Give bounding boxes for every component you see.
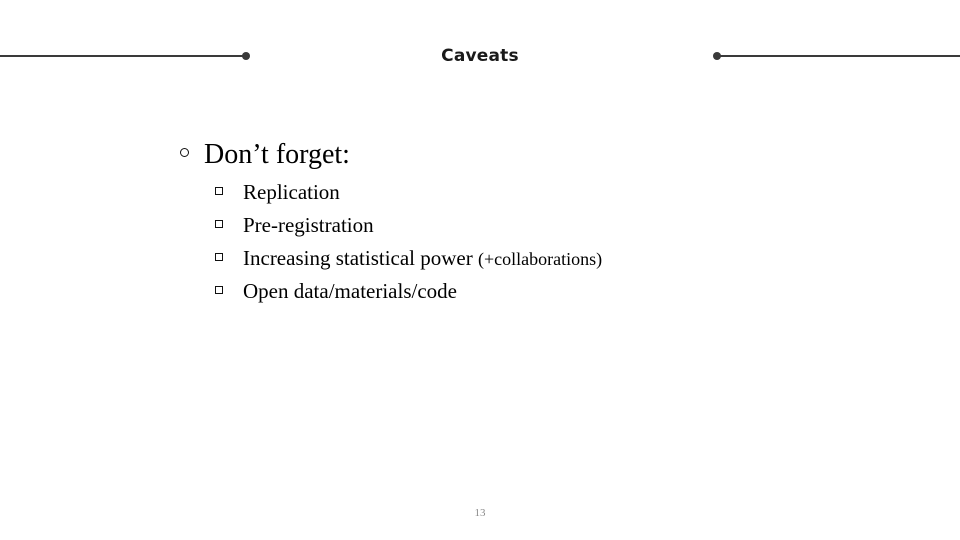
list-item: Open data/materials/code (215, 277, 920, 310)
hollow-square-bullet-icon (215, 253, 223, 261)
list-item: Replication (215, 178, 920, 211)
hollow-square-bullet-icon (215, 286, 223, 294)
slide-body: Don’t forget: Replication Pre-registrati… (180, 138, 920, 310)
list-item-label: Pre-registration (243, 213, 374, 237)
slide: Caveats Don’t forget: Replication Pre-re… (0, 0, 960, 540)
header-rule-right (717, 55, 960, 57)
list-item-note: (+collaborations) (478, 249, 603, 269)
slide-header: Caveats (0, 0, 960, 100)
hollow-square-bullet-icon (215, 220, 223, 228)
list-item: Increasing statistical power (+collabora… (215, 244, 920, 277)
list-item-label: Replication (243, 180, 340, 204)
sub-bullet-list: Replication Pre-registration Increasing … (180, 178, 920, 310)
hollow-square-bullet-icon (215, 187, 223, 195)
page-number: 13 (474, 507, 486, 519)
list-item-label: Open data/materials/code (243, 279, 457, 303)
list-item: Pre-registration (215, 211, 920, 244)
bullet-heading: Don’t forget: (180, 138, 920, 172)
hollow-circle-bullet-icon (180, 148, 189, 157)
list-item-label: Increasing statistical power (+collabora… (243, 246, 603, 270)
bullet-heading-label: Don’t forget: (204, 139, 350, 170)
